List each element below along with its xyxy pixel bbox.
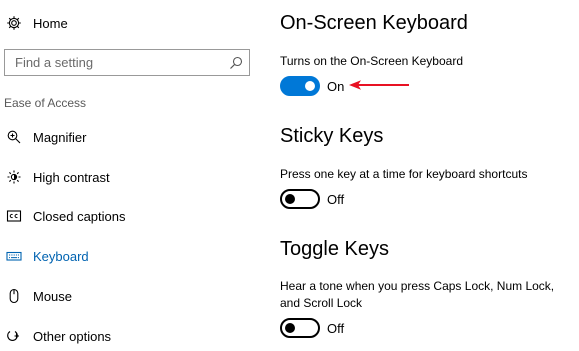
search-input[interactable] xyxy=(5,50,225,75)
red-arrow-annotation xyxy=(349,80,409,90)
toggle-keys-toggle[interactable] xyxy=(280,318,320,338)
sidebar-item-other-options[interactable]: Other options xyxy=(0,321,250,351)
high-contrast-icon xyxy=(6,169,22,185)
section-description: Turns on the On-Screen Keyboard xyxy=(280,54,463,68)
search-icon[interactable] xyxy=(229,56,243,70)
sidebar-item-mouse[interactable]: Mouse xyxy=(0,281,250,311)
section-description: Press one key at a time for keyboard sho… xyxy=(280,167,528,181)
home-link[interactable]: Home xyxy=(0,8,150,38)
toggle-knob xyxy=(305,81,315,91)
magnifier-icon xyxy=(6,129,22,145)
other-options-icon xyxy=(6,328,22,344)
section-heading: Ease of Access xyxy=(4,96,87,110)
on-screen-keyboard-toggle-row: On xyxy=(280,76,344,96)
sidebar-item-label: Other options xyxy=(33,328,112,344)
section-title-on-screen-keyboard: On-Screen Keyboard xyxy=(280,12,468,34)
sidebar-item-high-contrast[interactable]: High contrast xyxy=(0,162,250,192)
toggle-state-label: On xyxy=(327,78,345,94)
toggle-knob xyxy=(285,194,295,204)
toggle-state-label: Off xyxy=(327,320,345,336)
keyboard-icon xyxy=(6,248,22,264)
toggle-keys-toggle-row: Off xyxy=(280,318,344,338)
sidebar-item-label: Closed captions xyxy=(33,208,126,224)
sidebar-item-keyboard[interactable]: Keyboard xyxy=(0,241,250,271)
main-content: On-Screen Keyboard Turns on the On-Scree… xyxy=(280,0,579,339)
home-label: Home xyxy=(33,15,68,31)
sticky-keys-toggle[interactable] xyxy=(280,189,320,209)
closed-captions-icon xyxy=(6,208,22,224)
sidebar-item-label: Mouse xyxy=(33,288,73,304)
sidebar-item-label: Magnifier xyxy=(33,129,87,145)
sidebar: Home Ease of Access Magnifier xyxy=(0,0,262,344)
section-title-toggle-keys: Toggle Keys xyxy=(280,238,389,260)
toggle-state-label: Off xyxy=(327,191,345,207)
sidebar-item-label: High contrast xyxy=(33,169,110,185)
gear-icon xyxy=(6,15,22,31)
sticky-keys-toggle-row: Off xyxy=(280,189,344,209)
sidebar-item-closed-captions[interactable]: Closed captions xyxy=(0,201,250,231)
on-screen-keyboard-toggle[interactable] xyxy=(280,76,320,96)
mouse-icon xyxy=(6,288,22,304)
sidebar-item-magnifier[interactable]: Magnifier xyxy=(0,122,250,152)
sidebar-item-label: Keyboard xyxy=(33,248,89,264)
section-title-sticky-keys: Sticky Keys xyxy=(280,125,384,147)
search-box xyxy=(4,49,250,76)
toggle-knob xyxy=(285,323,295,333)
section-description: Hear a tone when you press Caps Lock, Nu… xyxy=(280,279,555,310)
